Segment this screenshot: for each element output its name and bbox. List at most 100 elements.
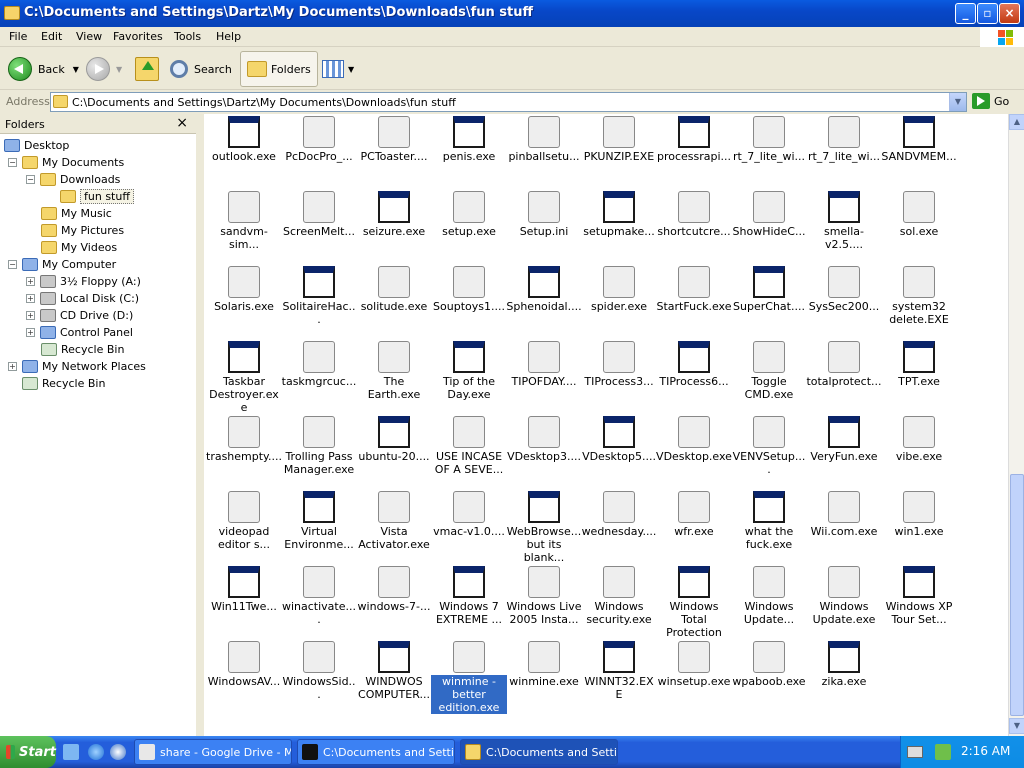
file-item[interactable]: VDesktop3.... bbox=[506, 414, 582, 489]
file-item[interactable]: USE INCASE OF A SEVE... bbox=[431, 414, 507, 489]
file-item[interactable]: WINNT32.EXE bbox=[581, 639, 657, 714]
tree-item-floppy[interactable]: +3½ Floppy (A:) bbox=[26, 273, 141, 289]
folders-pane-close-button[interactable]: × bbox=[176, 115, 188, 131]
file-item[interactable]: SolitaireHac... bbox=[281, 264, 357, 339]
chevron-down-icon[interactable]: ▼ bbox=[348, 65, 354, 74]
task-7zip-window[interactable]: C:\Documents and Setti... bbox=[297, 739, 455, 765]
file-item[interactable]: TIProcess6... bbox=[656, 339, 732, 414]
start-button[interactable]: Start bbox=[0, 736, 56, 768]
file-item[interactable]: spider.exe bbox=[581, 264, 657, 339]
file-item[interactable]: PCToaster.... bbox=[356, 114, 432, 189]
title-bar[interactable]: C:\Documents and Settings\Dartz\My Docum… bbox=[0, 0, 1024, 27]
tree-item-fun-stuff[interactable]: fun stuff bbox=[60, 188, 134, 204]
file-item[interactable]: SuperChat.... bbox=[731, 264, 807, 339]
safely-remove-icon[interactable] bbox=[935, 744, 951, 760]
scroll-up-icon[interactable]: ▲ bbox=[1009, 114, 1024, 130]
search-button[interactable]: Search bbox=[170, 53, 232, 85]
file-item[interactable]: VeryFun.exe bbox=[806, 414, 882, 489]
file-item[interactable]: SANDVMEM... bbox=[881, 114, 957, 189]
file-item[interactable]: setupmake... bbox=[581, 189, 657, 264]
address-dropdown-button[interactable]: ▼ bbox=[949, 93, 966, 111]
file-item[interactable]: Windows Update.exe bbox=[806, 564, 882, 639]
tree-item-my-documents[interactable]: − My Documents bbox=[8, 154, 124, 170]
file-item[interactable]: vmac-v1.0.... bbox=[431, 489, 507, 564]
file-item[interactable]: PcDocPro_... bbox=[281, 114, 357, 189]
file-item[interactable]: VDesktop.exe bbox=[656, 414, 732, 489]
file-item[interactable]: StartFuck.exe bbox=[656, 264, 732, 339]
file-item[interactable]: win1.exe bbox=[881, 489, 957, 564]
back-button[interactable]: Back ▼ bbox=[8, 53, 79, 85]
file-item[interactable]: winactivate.... bbox=[281, 564, 357, 639]
file-item[interactable]: WINDWOS COMPUTER... bbox=[356, 639, 432, 714]
file-item[interactable]: rt_7_lite_wi... bbox=[806, 114, 882, 189]
collapse-icon[interactable]: − bbox=[8, 259, 17, 269]
file-item[interactable]: system32 delete.EXE bbox=[881, 264, 957, 339]
scroll-down-icon[interactable]: ▼ bbox=[1009, 718, 1024, 734]
up-folder-button[interactable] bbox=[135, 53, 159, 85]
tree-item-my-music[interactable]: My Music bbox=[41, 205, 112, 221]
tree-item-recycle-bin[interactable]: Recycle Bin bbox=[41, 341, 124, 357]
file-item[interactable]: Windows 7 EXTREME ... bbox=[431, 564, 507, 639]
chevron-down-icon[interactable]: ▼ bbox=[73, 65, 79, 74]
file-item[interactable]: PKUNZIP.EXE bbox=[581, 114, 657, 189]
clock[interactable]: 2:16 AM bbox=[961, 744, 1010, 758]
file-item[interactable]: Windows Total Protection 2... bbox=[656, 564, 732, 652]
file-item[interactable]: WebBrowse... but its blank... bbox=[506, 489, 582, 564]
file-item[interactable]: VDesktop5.... bbox=[581, 414, 657, 489]
file-item[interactable]: wednesday.... bbox=[581, 489, 657, 564]
vertical-scrollbar[interactable]: ▲ ▼ bbox=[1008, 114, 1024, 736]
file-item[interactable]: Windows Update... bbox=[731, 564, 807, 639]
file-item[interactable]: ubuntu-20.... bbox=[356, 414, 432, 489]
file-item[interactable]: Wii.com.exe bbox=[806, 489, 882, 564]
menu-tools[interactable]: Tools bbox=[174, 30, 201, 43]
tree-item-control-panel[interactable]: + Control Panel bbox=[26, 324, 133, 340]
file-item[interactable]: Souptoys1.... bbox=[431, 264, 507, 339]
views-button[interactable]: ▼ bbox=[322, 53, 354, 85]
file-item[interactable]: Setup.ini bbox=[506, 189, 582, 264]
file-item[interactable]: VENVSetup.... bbox=[731, 414, 807, 489]
file-item[interactable]: TIPOFDAY.... bbox=[506, 339, 582, 414]
expand-icon[interactable]: + bbox=[26, 293, 35, 303]
file-item[interactable]: rt_7_lite_wi... bbox=[731, 114, 807, 189]
file-item[interactable]: vibe.exe bbox=[881, 414, 957, 489]
file-item[interactable]: sandvm-sim... bbox=[206, 189, 282, 264]
menu-edit[interactable]: Edit bbox=[41, 30, 62, 43]
file-item[interactable]: totalprotect... bbox=[806, 339, 882, 414]
scroll-thumb[interactable] bbox=[1010, 474, 1024, 716]
file-item[interactable]: zika.exe bbox=[806, 639, 882, 714]
file-item[interactable]: smella-v2.5.... bbox=[806, 189, 882, 264]
keyboard-icon[interactable] bbox=[907, 746, 923, 758]
tree-item-my-videos[interactable]: My Videos bbox=[41, 239, 117, 255]
file-item[interactable]: winmine.exe bbox=[506, 639, 582, 714]
file-item[interactable]: seizure.exe bbox=[356, 189, 432, 264]
menu-help[interactable]: Help bbox=[216, 30, 241, 43]
task-explorer-window[interactable]: C:\Documents and Setti... bbox=[460, 739, 618, 765]
file-item[interactable]: Windows Live 2005 Insta... bbox=[506, 564, 582, 639]
go-button[interactable]: Go bbox=[972, 93, 1009, 109]
show-desktop-icon[interactable] bbox=[63, 744, 79, 760]
task-google-drive[interactable]: share - Google Drive - M... bbox=[134, 739, 292, 765]
file-item[interactable]: wfr.exe bbox=[656, 489, 732, 564]
chevron-down-icon[interactable]: ▼ bbox=[116, 65, 122, 74]
file-item[interactable]: Solaris.exe bbox=[206, 264, 282, 339]
tree-item-desktop[interactable]: Desktop bbox=[4, 137, 69, 153]
file-item[interactable]: TPT.exe bbox=[881, 339, 957, 414]
collapse-icon[interactable]: − bbox=[8, 157, 17, 167]
menu-view[interactable]: View bbox=[76, 30, 102, 43]
file-item[interactable]: Vista Activator.exe bbox=[356, 489, 432, 564]
file-item[interactable]: Tip of the Day.exe bbox=[431, 339, 507, 414]
file-item[interactable]: Windows XP Tour Set... bbox=[881, 564, 957, 639]
menu-favorites[interactable]: Favorites bbox=[113, 30, 163, 43]
file-item[interactable]: windows-7-... bbox=[356, 564, 432, 639]
file-item[interactable]: TIProcess3... bbox=[581, 339, 657, 414]
file-item[interactable]: winsetup.exe bbox=[656, 639, 732, 714]
file-item[interactable]: WindowsSid... bbox=[281, 639, 357, 714]
maximize-button[interactable]: ▫ bbox=[977, 3, 998, 24]
close-button[interactable]: × bbox=[999, 3, 1020, 24]
address-input[interactable]: C:\Documents and Settings\Dartz\My Docum… bbox=[50, 92, 967, 112]
file-item[interactable]: Sphenoidal.... bbox=[506, 264, 582, 339]
file-item[interactable]: shortcutcre... bbox=[656, 189, 732, 264]
expand-icon[interactable]: + bbox=[26, 327, 35, 337]
file-item[interactable]: ShowHideC... bbox=[731, 189, 807, 264]
menu-file[interactable]: File bbox=[9, 30, 27, 43]
